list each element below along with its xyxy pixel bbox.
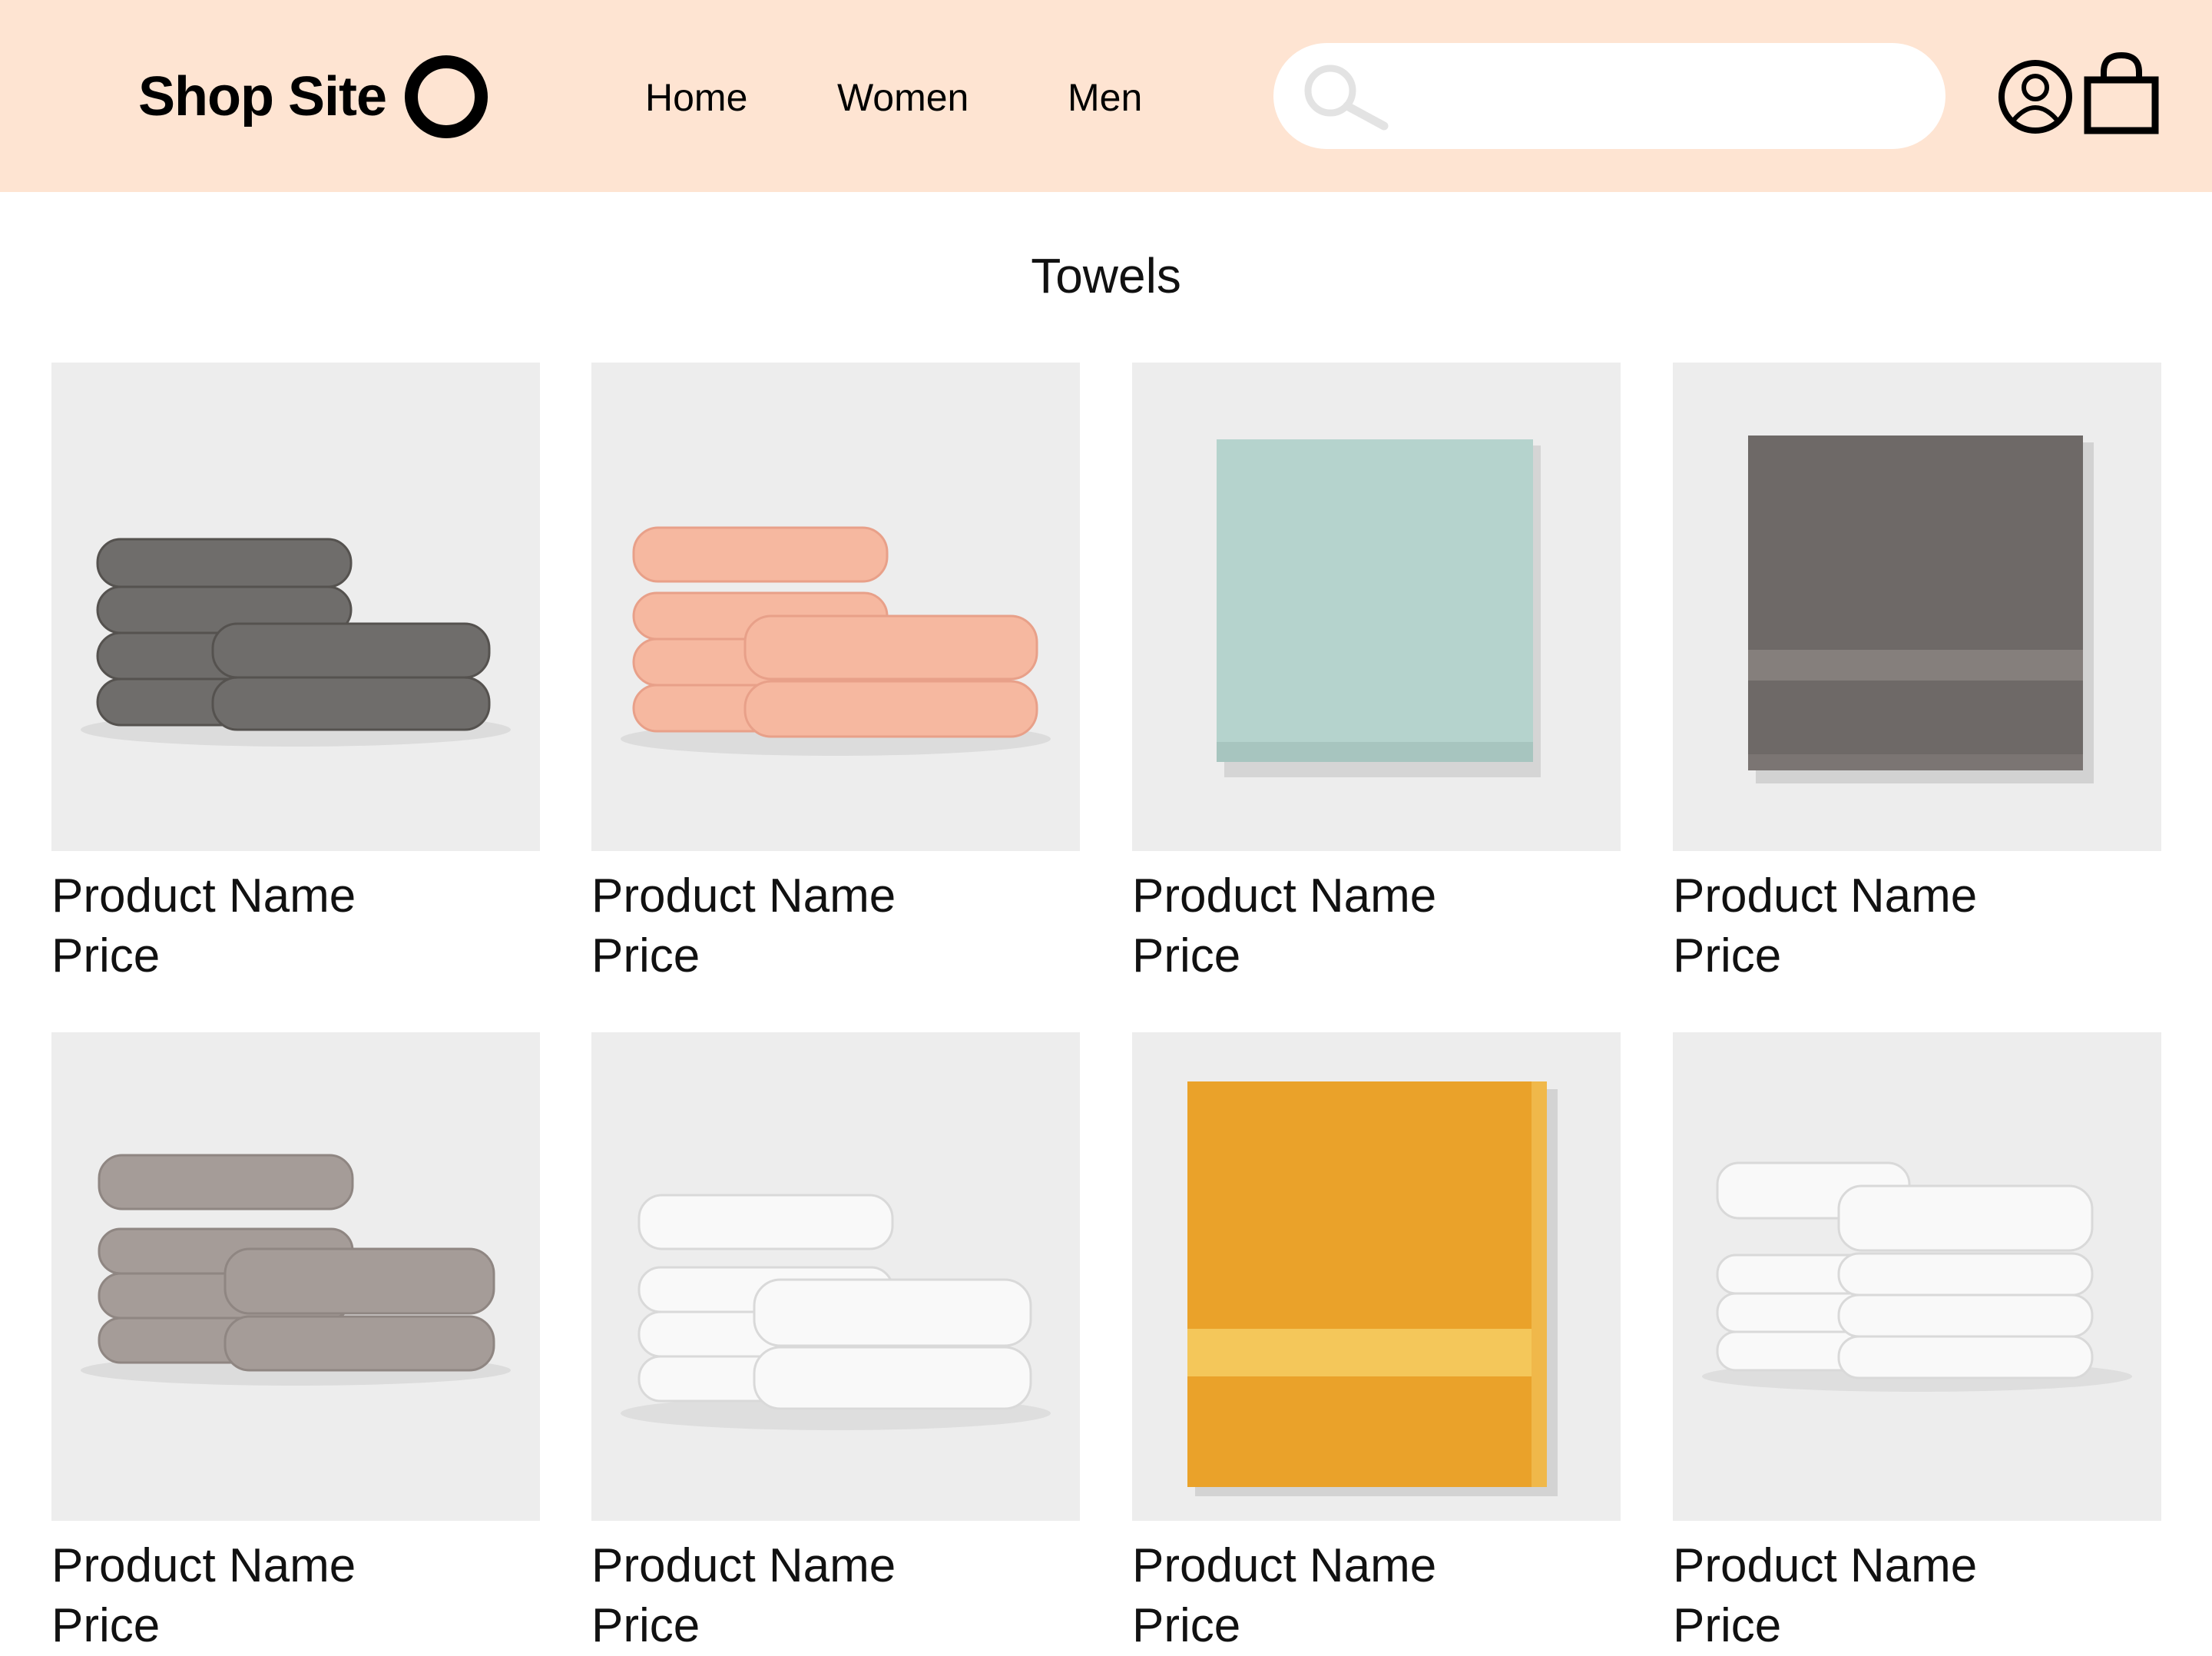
product-name[interactable]: Product Name [1132,1536,1621,1596]
shopping-bag-icon[interactable] [2083,51,2160,139]
product-image[interactable] [1132,363,1621,851]
nav-home-link[interactable]: Home [645,71,747,124]
product-name[interactable]: Product Name [1132,866,1621,926]
product-card[interactable]: Product Name Price [1132,363,1621,986]
page-title: Towels [1031,248,1181,303]
product-card[interactable]: Product Name Price [1673,1032,2161,1656]
search-input[interactable] [1404,69,1899,124]
product-name[interactable]: Product Name [51,1536,540,1596]
product-image[interactable] [51,363,540,851]
nav-men-link[interactable]: Men [1068,71,1142,124]
product-price: Price [1132,929,1241,982]
product-price: Price [591,929,700,982]
product-image[interactable] [591,1032,1080,1521]
search-bar[interactable] [1273,43,1945,149]
product-image[interactable] [1673,1032,2161,1521]
product-price: Price [1673,929,1782,982]
product-card[interactable]: Product Name Price [591,363,1080,986]
product-image[interactable] [1673,363,2161,851]
product-image[interactable] [591,363,1080,851]
product-price: Price [51,929,161,982]
product-name[interactable]: Product Name [1673,1536,2161,1596]
product-card[interactable]: Product Name Price [51,1032,540,1656]
site-header: Shop Site Home Women Men [0,0,2212,192]
logo-ring-icon [405,55,488,138]
logo-text: Shop Site [138,66,387,128]
product-card[interactable]: Product Name Price [51,363,540,986]
product-image[interactable] [1132,1032,1621,1521]
product-name[interactable]: Product Name [51,866,540,926]
product-price: Price [1132,1599,1241,1652]
product-price: Price [51,1599,161,1652]
search-icon[interactable] [1303,63,1395,136]
product-name[interactable]: Product Name [1673,866,2161,926]
product-name[interactable]: Product Name [591,866,1080,926]
user-account-icon[interactable] [1997,58,2074,139]
nav-women-link[interactable]: Women [837,71,969,124]
site-logo[interactable]: Shop Site [138,55,488,138]
product-name[interactable]: Product Name [591,1536,1080,1596]
product-price: Price [1673,1599,1782,1652]
product-card[interactable]: Product Name Price [591,1032,1080,1656]
product-price: Price [591,1599,700,1652]
product-image[interactable] [51,1032,540,1521]
product-card[interactable]: Product Name Price [1673,363,2161,986]
product-card[interactable]: Product Name Price [1132,1032,1621,1656]
